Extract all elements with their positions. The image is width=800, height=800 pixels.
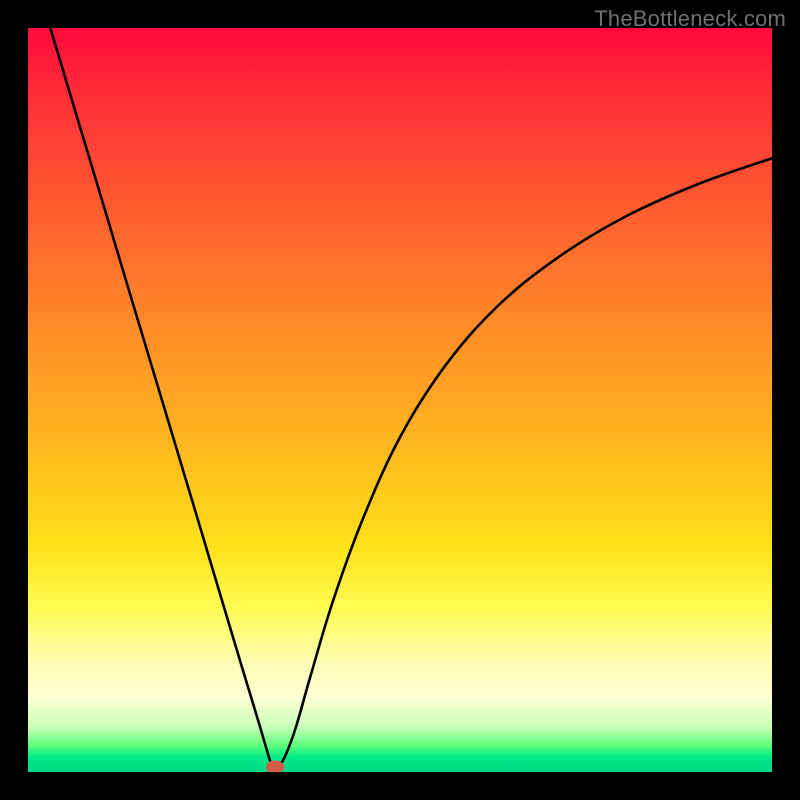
- minimum-marker: [266, 760, 284, 772]
- watermark-text: TheBottleneck.com: [594, 6, 786, 32]
- bottleneck-curve: [28, 28, 772, 772]
- chart-frame: TheBottleneck.com: [0, 0, 800, 800]
- plot-area: [28, 28, 772, 772]
